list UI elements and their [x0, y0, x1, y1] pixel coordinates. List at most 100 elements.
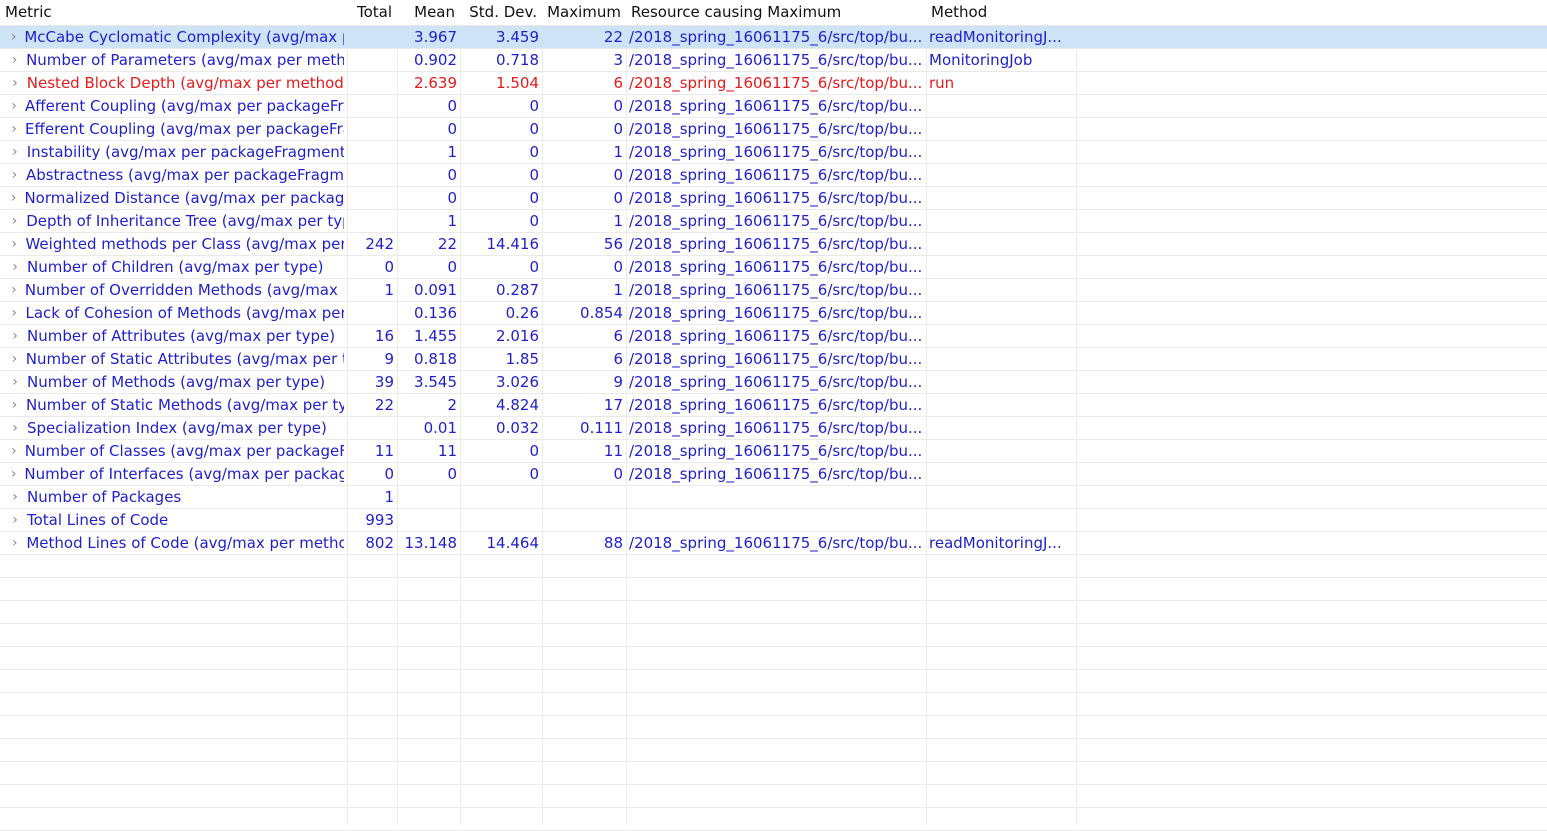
table-row[interactable]: › Abstractness (avg/max per packageFragme…: [0, 164, 1547, 187]
column-header-total[interactable]: Total: [347, 0, 397, 25]
chevron-right-icon[interactable]: ›: [9, 394, 20, 416]
metric-cell: › Afferent Coupling (avg/max per packageF…: [0, 95, 347, 117]
table-row[interactable]: › Method Lines of Code (avg/max per metho…: [0, 532, 1547, 555]
chevron-right-icon[interactable]: ›: [9, 440, 19, 462]
table-row[interactable]: › Number of Attributes (avg/max per type)…: [0, 325, 1547, 348]
table-row[interactable]: › Nested Block Depth (avg/max per method)…: [0, 72, 1547, 95]
chevron-right-icon[interactable]: ›: [9, 210, 20, 232]
metric-cell: › Depth of Inheritance Tree (avg/max per …: [0, 210, 347, 232]
mean-cell: [397, 486, 460, 508]
chevron-right-icon[interactable]: ›: [9, 371, 21, 393]
chevron-right-icon[interactable]: ›: [9, 72, 21, 94]
chevron-right-icon[interactable]: ›: [9, 26, 18, 48]
method-cell: [926, 256, 1076, 278]
metric-label: Number of Methods (avg/max per type): [27, 373, 326, 391]
table-row[interactable]: › Specialization Index (avg/max per type)…: [0, 417, 1547, 440]
max-cell: [542, 486, 626, 508]
table-row[interactable]: › Number of Parameters (avg/max per metho…: [0, 49, 1547, 72]
table-row[interactable]: › Instability (avg/max per packageFragmen…: [0, 141, 1547, 164]
max-cell: 0: [613, 189, 623, 207]
table-row[interactable]: › Afferent Coupling (avg/max per packageF…: [0, 95, 1547, 118]
metric-label: Efferent Coupling (avg/max per packageFr…: [25, 120, 344, 138]
chevron-right-icon[interactable]: ›: [9, 325, 21, 347]
chevron-right-icon[interactable]: ›: [9, 49, 20, 71]
mean-cell: 0: [447, 120, 457, 138]
table-row[interactable]: › Number of Static Attributes (avg/max pe…: [0, 348, 1547, 371]
method-cell: [926, 440, 1076, 462]
table-row[interactable]: › Number of Static Methods (avg/max per t…: [0, 394, 1547, 417]
table-row[interactable]: › Normalized Distance (avg/max per packag…: [0, 187, 1547, 210]
resource-cell: /2018_spring_16061175_6/src/top/bu...: [629, 350, 923, 368]
mean-cell: 0.01: [423, 419, 457, 437]
chevron-right-icon[interactable]: ›: [9, 302, 19, 324]
column-header-maximum[interactable]: Maximum: [542, 0, 626, 25]
mean-cell: 13.148: [404, 534, 458, 552]
table-row[interactable]: › Lack of Cohesion of Methods (avg/max pe…: [0, 302, 1547, 325]
metric-cell: › Number of Methods (avg/max per type): [0, 371, 347, 393]
metric-label: Number of Interfaces (avg/max per packag…: [24, 465, 344, 483]
empty-row: [0, 716, 1547, 739]
table-row[interactable]: › Number of Children (avg/max per type) 0 0…: [0, 256, 1547, 279]
metric-cell: › Abstractness (avg/max per packageFragme…: [0, 164, 347, 186]
chevron-right-icon[interactable]: ›: [9, 95, 19, 117]
std-cell: 0: [529, 212, 539, 230]
chevron-right-icon[interactable]: ›: [9, 187, 18, 209]
mean-cell: 3.545: [414, 373, 457, 391]
chevron-right-icon[interactable]: ›: [9, 509, 21, 531]
column-header-metric[interactable]: Metric: [0, 0, 347, 25]
resource-cell: [626, 486, 926, 508]
resource-cell: /2018_spring_16061175_6/src/top/bu...: [629, 235, 923, 253]
resource-cell: /2018_spring_16061175_6/src/top/bu...: [629, 442, 923, 460]
chevron-right-icon[interactable]: ›: [9, 164, 20, 186]
chevron-right-icon[interactable]: ›: [9, 348, 20, 370]
table-row[interactable]: › Number of Classes (avg/max per packageF…: [0, 440, 1547, 463]
max-cell: 0: [613, 97, 623, 115]
method-cell: MonitoringJob: [929, 51, 1033, 69]
method-cell: [926, 164, 1076, 186]
mean-cell: 11: [437, 442, 457, 460]
table-row[interactable]: › Number of Methods (avg/max per type) 39 3…: [0, 371, 1547, 394]
table-row[interactable]: › Number of Interfaces (avg/max per packa…: [0, 463, 1547, 486]
column-header-std-dev[interactable]: Std. Dev.: [460, 0, 542, 25]
table-row[interactable]: › Weighted methods per Class (avg/max per…: [0, 233, 1547, 256]
total-cell: 39: [374, 373, 394, 391]
method-cell: [926, 394, 1076, 416]
metric-cell: › Lack of Cohesion of Methods (avg/max pe…: [0, 302, 347, 324]
max-cell: 11: [603, 442, 623, 460]
chevron-right-icon[interactable]: ›: [9, 279, 19, 301]
total-cell: 242: [365, 235, 394, 253]
mean-cell: 0: [447, 166, 457, 184]
table-row[interactable]: › Total Lines of Code 993: [0, 509, 1547, 532]
total-cell: 802: [365, 534, 394, 552]
table-row[interactable]: › Depth of Inheritance Tree (avg/max per …: [0, 210, 1547, 233]
std-cell: 1.85: [505, 350, 539, 368]
chevron-right-icon[interactable]: ›: [9, 233, 19, 255]
table-row[interactable]: › Number of Overridden Methods (avg/max p…: [0, 279, 1547, 302]
chevron-right-icon[interactable]: ›: [9, 118, 19, 140]
column-header-resource[interactable]: Resource causing Maximum: [626, 0, 926, 25]
std-cell: 0: [529, 442, 539, 460]
method-cell: [926, 233, 1076, 255]
table-row[interactable]: › Efferent Coupling (avg/max per packageF…: [0, 118, 1547, 141]
column-header-mean[interactable]: Mean: [397, 0, 460, 25]
metric-label: Number of Overridden Methods (avg/max pe…: [24, 281, 344, 299]
max-cell: 6: [613, 350, 623, 368]
table-row[interactable]: › McCabe Cyclomatic Complexity (avg/max p…: [0, 26, 1547, 49]
chevron-right-icon[interactable]: ›: [9, 463, 18, 485]
chevron-right-icon[interactable]: ›: [9, 532, 20, 554]
chevron-right-icon[interactable]: ›: [9, 141, 21, 163]
metric-cell: › Number of Interfaces (avg/max per packa…: [0, 463, 347, 485]
table-row[interactable]: › Number of Packages 1: [0, 486, 1547, 509]
empty-row: [0, 762, 1547, 785]
chevron-right-icon[interactable]: ›: [9, 256, 21, 278]
chevron-right-icon[interactable]: ›: [9, 417, 21, 439]
metrics-table: Metric Total Mean Std. Dev. Maximum Reso…: [0, 0, 1547, 831]
column-header-method[interactable]: Method: [926, 0, 1076, 25]
mean-cell: 1: [447, 212, 457, 230]
total-cell: 16: [374, 327, 394, 345]
metric-label: Depth of Inheritance Tree (avg/max per t…: [26, 212, 344, 230]
total-cell: 9: [384, 350, 394, 368]
chevron-right-icon[interactable]: ›: [9, 486, 21, 508]
metric-label: Number of Static Attributes (avg/max per…: [25, 350, 344, 368]
resource-cell: /2018_spring_16061175_6/src/top/bu...: [629, 97, 923, 115]
